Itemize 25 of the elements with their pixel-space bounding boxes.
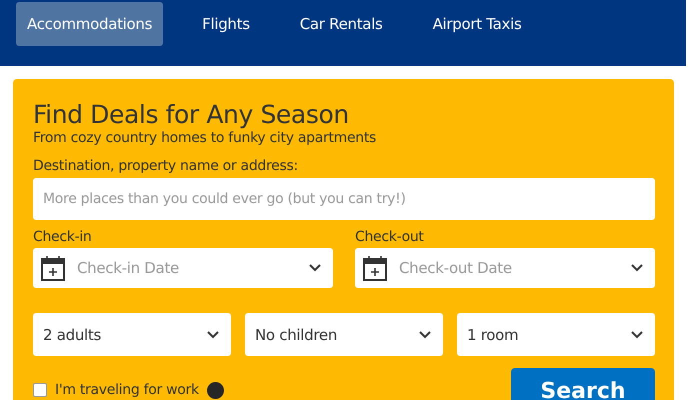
checkbox-label: I'm traveling for work (55, 382, 199, 398)
calendar-icon (41, 255, 65, 281)
destination-label: Destination, property name or address: (33, 158, 299, 174)
nav-tab[interactable]: Accommodations (16, 2, 164, 46)
dropdown[interactable]: 1 room (457, 313, 655, 356)
destination-field[interactable]: More places than you could ever go (but you can try!) (33, 178, 655, 220)
dropdown[interactable]: No children (245, 313, 443, 356)
date-placeholder: Check-in Date (77, 259, 180, 277)
search-button[interactable]: Search (511, 368, 655, 400)
calendar-icon (363, 255, 387, 281)
chevron-down-icon (631, 330, 643, 338)
nav-tab[interactable]: Flights (191, 2, 261, 46)
chevron-down-icon (631, 264, 643, 272)
date-label: Check-in (33, 229, 92, 245)
panel-title: Find Deals for Any Season (33, 101, 350, 129)
chevron-down-icon (207, 330, 219, 338)
date-label: Check-out (355, 229, 425, 245)
date-placeholder: Check-out Date (399, 259, 513, 277)
nav-tab[interactable]: Airport Taxis (422, 2, 533, 46)
chevron-down-icon (309, 264, 321, 272)
nav-tab[interactable]: Car Rentals (288, 2, 394, 46)
checkbox[interactable] (33, 383, 47, 397)
dropdown[interactable]: 2 adults (33, 313, 231, 356)
panel-subtitle: From cozy country homes to funky city apartments (33, 130, 378, 146)
chevron-down-icon (419, 330, 431, 338)
